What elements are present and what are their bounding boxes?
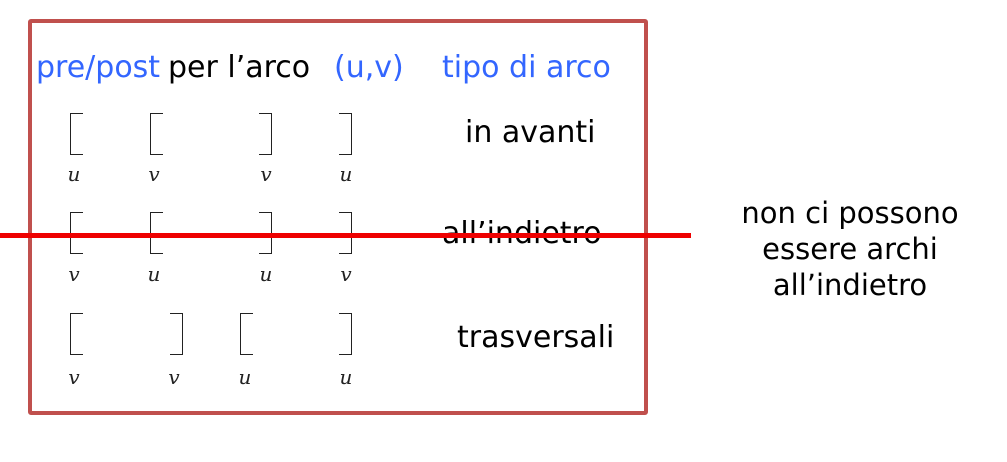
note-line: all’indietro xyxy=(772,268,928,302)
close-bracket xyxy=(339,313,352,355)
header-uv: (u,v) xyxy=(334,50,404,85)
header-pre-post: pre/post xyxy=(36,50,161,85)
open-bracket xyxy=(150,113,163,155)
header-per-arco: per l’arco xyxy=(168,50,311,85)
node-label: v xyxy=(260,162,272,186)
node-label: v xyxy=(168,365,180,389)
node-label: u xyxy=(67,162,81,186)
open-bracket xyxy=(240,313,253,355)
node-label: v xyxy=(340,262,352,286)
node-label: u xyxy=(339,162,353,186)
close-bracket xyxy=(339,113,352,155)
node-label: u xyxy=(339,365,353,389)
strike-through-line xyxy=(0,233,691,238)
note-line: essere archi xyxy=(762,232,938,266)
close-bracket xyxy=(259,113,272,155)
note-line: non ci possono xyxy=(741,196,959,230)
header-tipo-arco: tipo di arco xyxy=(442,50,611,85)
close-bracket xyxy=(170,313,183,355)
open-bracket xyxy=(70,113,83,155)
node-label: u xyxy=(259,262,273,286)
node-label: v xyxy=(148,162,160,186)
side-note: non ci possono essere archi all’indietro xyxy=(700,195,1000,303)
node-label: u xyxy=(147,262,161,286)
arc-type-trasversali: trasversali xyxy=(457,320,615,355)
node-label: u xyxy=(238,365,252,389)
open-bracket xyxy=(70,313,83,355)
node-label: v xyxy=(68,365,80,389)
arc-type-in-avanti: in avanti xyxy=(465,115,596,150)
node-label: v xyxy=(68,262,80,286)
